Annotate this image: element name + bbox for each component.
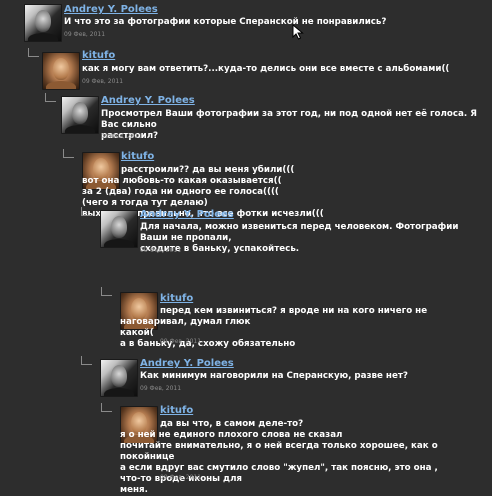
andrey-avatar[interactable] <box>100 210 138 248</box>
comment-item: kitufo да вы что, в самом деле-то? я о н… <box>0 401 492 495</box>
comment-author-link[interactable]: Andrey Y. Polees <box>140 209 234 220</box>
reply-arrow-icon <box>45 93 56 102</box>
comment-item: kitufo как я могу вам ответить?...куда-т… <box>0 46 492 90</box>
comment-author-link[interactable]: Andrey Y. Polees <box>140 358 234 369</box>
comment-date: 09 Фев, 2011 <box>64 31 106 38</box>
comment-text: да вы что, в самом деле-то? я о ней не е… <box>120 419 438 495</box>
reply-arrow-icon <box>81 207 92 216</box>
comment-date: 09 Фев, 2011 <box>82 78 124 85</box>
comment-author-link[interactable]: Andrey Y. Polees <box>101 95 195 106</box>
comment-date: 09 Фев, 2011 <box>140 247 182 254</box>
comment-item: Andrey Y. Polees Как минимум наговорили … <box>0 354 492 398</box>
comment-text: Как минимум наговорили на Сперанскую, ра… <box>140 371 408 381</box>
comment-author-link[interactable]: kitufo <box>121 151 154 162</box>
comment-thread: Andrey Y. Polees И что это за фотографии… <box>0 0 492 495</box>
comment-date: 09 Фев, 2011 <box>160 338 202 345</box>
reply-arrow-icon <box>81 356 92 365</box>
comment-author-link[interactable]: kitufo <box>160 405 193 416</box>
comment-date: 09 Фев, 2011 <box>101 133 143 140</box>
comment-date: 09 Фев, 2011 <box>140 385 182 392</box>
comment-text: Просмотрел Ваши фотографии за этот год, … <box>101 109 477 141</box>
comment-item: kitufo перед кем извиниться? я вроде ни … <box>0 287 492 350</box>
reply-arrow-icon <box>101 403 112 412</box>
comment-item: Andrey Y. Polees Просмотрел Ваши фотогра… <box>0 91 492 143</box>
comment-item: Andrey Y. Polees Для начала, можно извен… <box>0 205 492 255</box>
reply-arrow-icon <box>101 287 112 296</box>
comment-text: И что это за фотографии которые Сперанск… <box>64 17 387 27</box>
comment-author-link[interactable]: kitufo <box>82 50 115 61</box>
reply-arrow-icon <box>63 149 74 158</box>
comment-item: Andrey Y. Polees И что это за фотографии… <box>0 0 492 44</box>
andrey-avatar[interactable] <box>61 96 99 134</box>
reply-arrow-icon <box>28 48 39 57</box>
comment-text: Для начала, можно извениться перед челов… <box>140 222 459 254</box>
andrey-avatar[interactable] <box>24 4 62 42</box>
andrey-avatar[interactable] <box>100 359 138 397</box>
comment-author-link[interactable]: kitufo <box>160 293 193 304</box>
comment-text: как я могу вам ответить?...куда-то делис… <box>82 64 450 74</box>
mouse-cursor-icon <box>292 24 304 40</box>
comment-author-link[interactable]: Andrey Y. Polees <box>64 4 158 15</box>
kitufo-avatar[interactable] <box>42 52 80 90</box>
